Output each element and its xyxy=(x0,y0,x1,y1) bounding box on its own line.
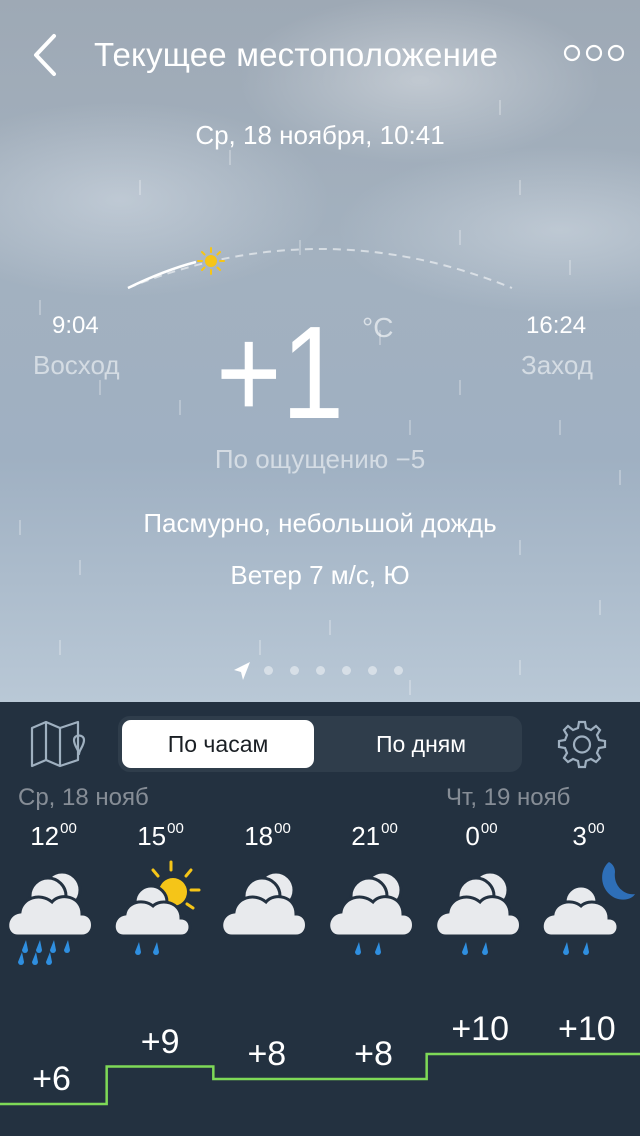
sun-path-arc xyxy=(127,248,513,290)
cloud-heavy-rain-icon xyxy=(6,870,94,965)
hour-time: 1500 xyxy=(137,820,184,851)
cloud-rain-icon xyxy=(434,870,522,955)
view-mode-switch: По часам По дням xyxy=(118,716,522,772)
page-dot xyxy=(368,666,377,675)
wind-info: Ветер 7 м/с, Ю xyxy=(230,560,410,590)
feels-like: По ощущению −5 xyxy=(214,444,426,474)
page-dot xyxy=(290,666,299,675)
cloudy-icon xyxy=(220,870,308,938)
hour-column[interactable]: 300 xyxy=(535,820,640,970)
hour-time: 300 xyxy=(572,820,605,851)
map-button[interactable] xyxy=(28,716,88,772)
temperature-label: +6 xyxy=(32,1060,71,1098)
day-label-today: Ср, 18 нояб xyxy=(18,784,149,811)
moon-cloud-rain-icon xyxy=(540,862,635,955)
temperature-label: +9 xyxy=(140,1022,180,1061)
hour-column[interactable]: 000 xyxy=(428,820,535,970)
day-label-tomorrow: Чт, 19 нояб xyxy=(446,784,571,811)
hour-time: 000 xyxy=(465,820,498,851)
page-title: Текущее местоположение xyxy=(94,36,499,73)
more-dots-icon xyxy=(563,44,625,62)
hour-column[interactable]: 2100 xyxy=(321,820,428,970)
sunrise-label: Восход xyxy=(33,350,120,380)
temperature-label: +10 xyxy=(557,1010,616,1048)
hour-time: 2100 xyxy=(351,820,398,851)
sunset-label: Заход xyxy=(521,350,593,380)
location-arrow-icon xyxy=(234,662,250,680)
temperature-label: +10 xyxy=(451,1010,509,1048)
hour-column[interactable]: 1200 xyxy=(0,820,107,970)
temperature-label: +8 xyxy=(247,1035,287,1073)
forecast-panel: По часам По дням Ср, 18 нояб Чт, 19 нояб… xyxy=(0,702,640,1136)
page-dot xyxy=(316,666,325,675)
page-dot xyxy=(342,666,351,675)
back-button[interactable] xyxy=(22,28,70,82)
sunrise-time: 9:04 xyxy=(52,312,99,339)
hour-column[interactable]: 1800 xyxy=(214,820,321,970)
tab-daily[interactable]: По дням xyxy=(324,720,518,768)
current-datetime: Ср, 18 ноября, 10:41 xyxy=(195,120,445,150)
temperature-value: +1 xyxy=(216,300,344,440)
sun-cloud-rain-icon xyxy=(112,860,201,955)
tab-hourly[interactable]: По часам xyxy=(122,720,314,768)
hour-time: 1800 xyxy=(244,820,291,851)
sun-position-icon xyxy=(197,247,225,275)
map-icon xyxy=(30,720,86,768)
weather-condition: Пасмурно, небольшой дождь xyxy=(143,508,497,538)
page-dot xyxy=(264,666,273,675)
chevron-left-icon xyxy=(34,34,56,76)
page-dot xyxy=(394,666,403,675)
temperature-graph: +6 +9 +8 +8 +10 +10 xyxy=(0,1002,640,1136)
page-indicator[interactable] xyxy=(230,660,410,682)
cloud-rain-icon xyxy=(327,870,415,955)
hour-time: 1200 xyxy=(30,820,77,851)
temperature-unit: °C xyxy=(362,312,394,343)
hour-column[interactable]: 1500 xyxy=(107,820,214,970)
temperature-label: +8 xyxy=(354,1035,393,1073)
more-button[interactable] xyxy=(560,38,630,68)
top-bar: Текущее местоположение xyxy=(0,20,640,90)
settings-button[interactable] xyxy=(552,716,612,776)
sunset-time: 16:24 xyxy=(526,312,587,339)
gear-icon xyxy=(557,720,607,769)
current-temperature: +1 xyxy=(216,300,344,440)
